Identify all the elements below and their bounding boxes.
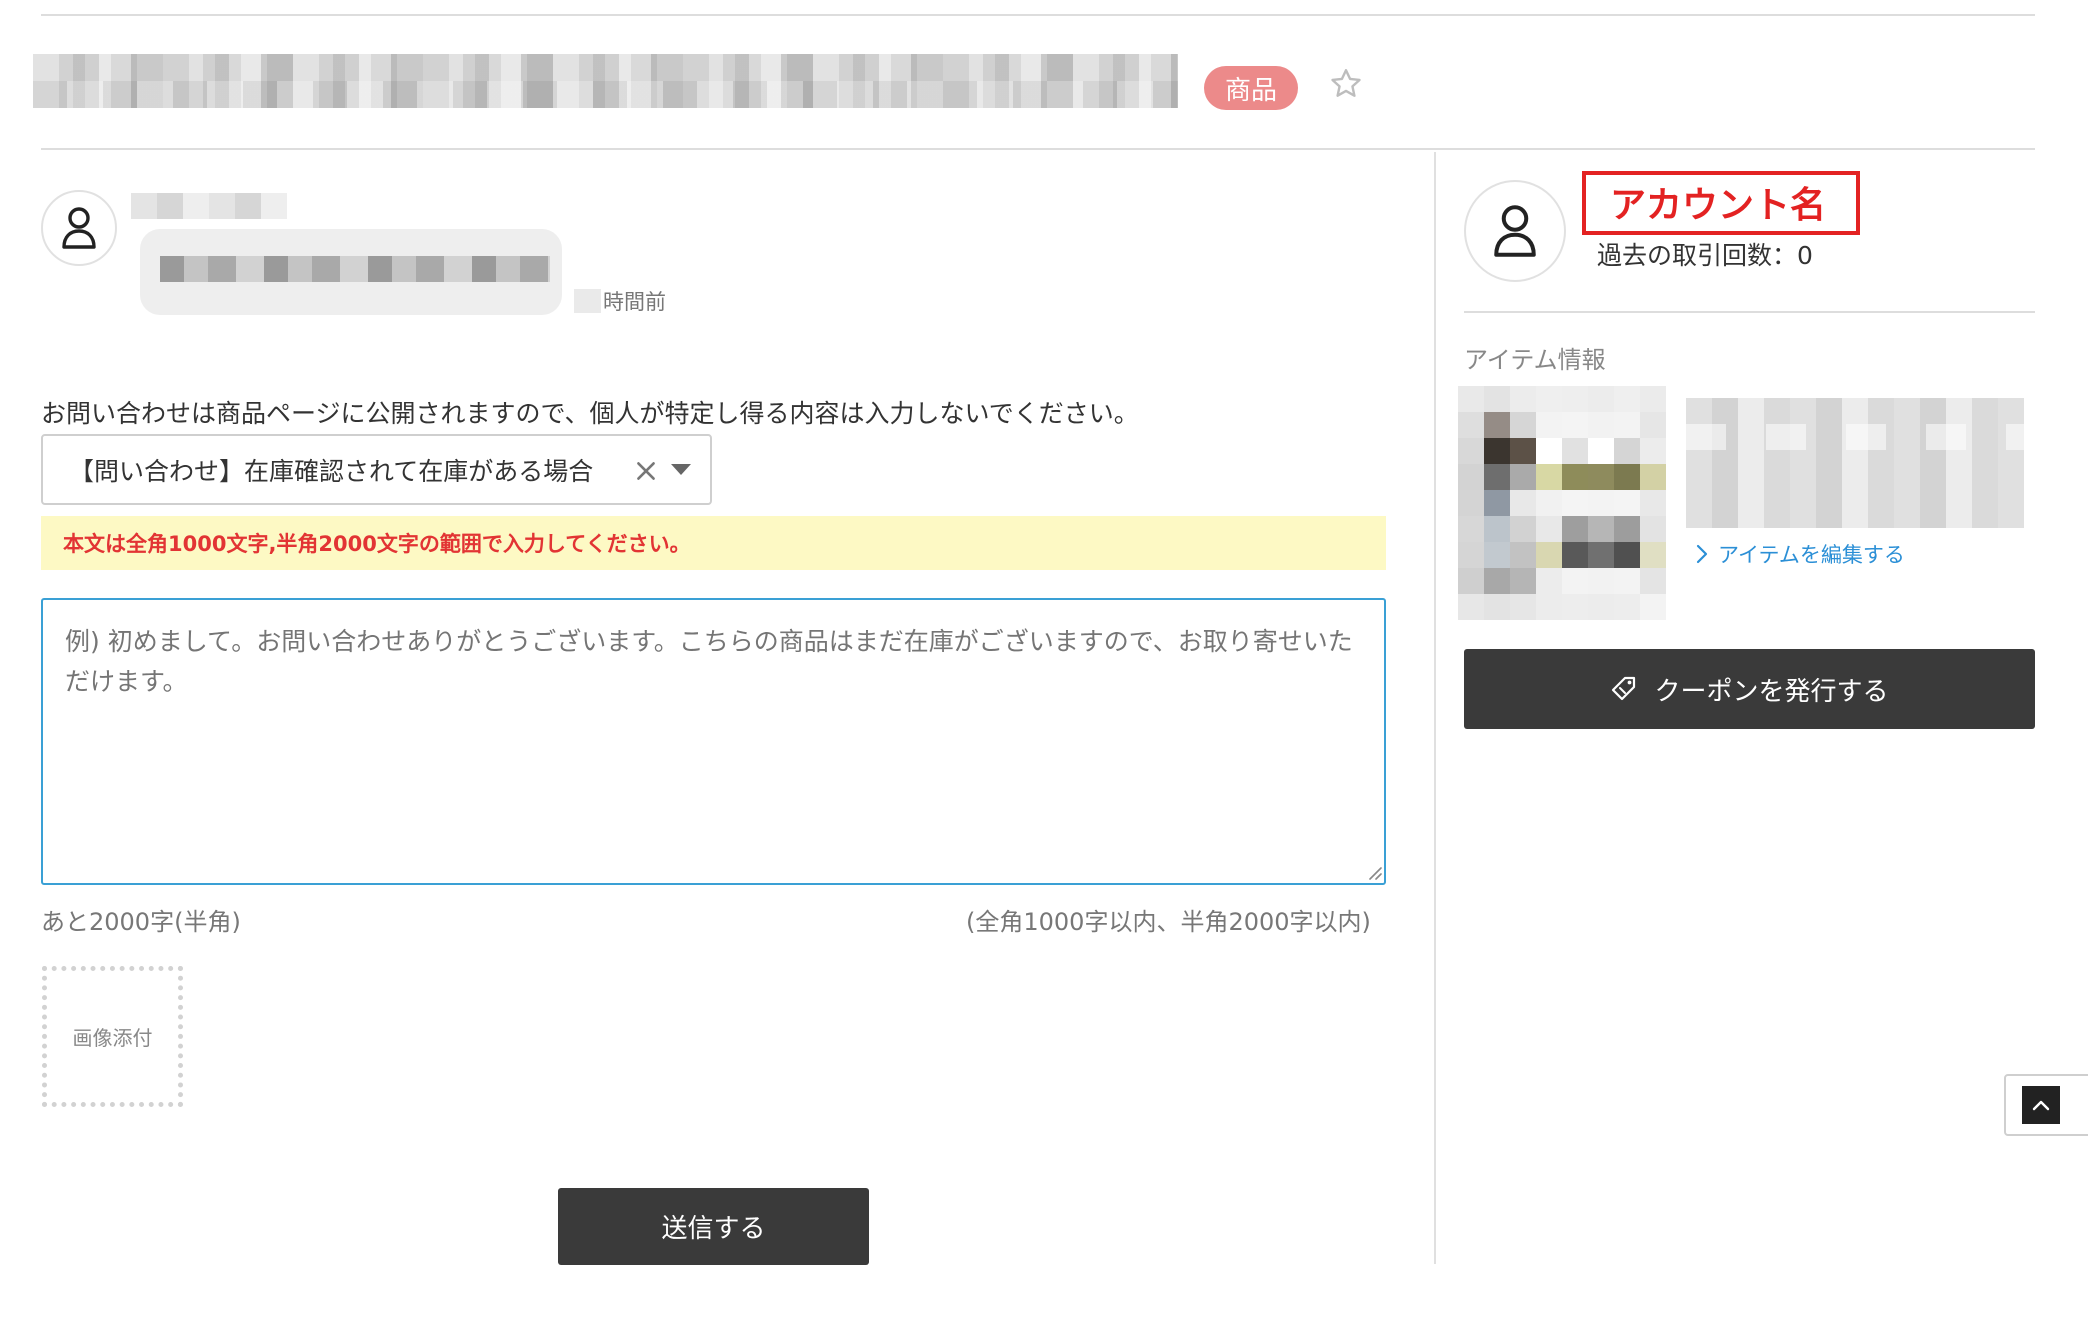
send-button[interactable]: 送信する xyxy=(558,1188,869,1265)
top-divider xyxy=(41,14,2035,16)
account-divider xyxy=(1464,311,2035,313)
column-divider xyxy=(1434,152,1436,1264)
message-text-redacted xyxy=(160,256,550,282)
user-icon xyxy=(62,207,96,249)
account-name: アカウント名 xyxy=(1610,185,1827,226)
item-info-label: アイテム情報 xyxy=(1464,346,1606,374)
remaining-count: あと2000字(半角) xyxy=(41,908,241,936)
edit-item-link[interactable]: アイテムを編集する xyxy=(1696,539,1905,569)
account-avatar xyxy=(1464,180,1566,282)
product-badge: 商品 xyxy=(1204,66,1298,110)
resize-grip-icon[interactable] xyxy=(1366,864,1382,880)
length-limit-note: (全角1000字以内、半角2000字以内) xyxy=(966,908,1371,936)
template-select-value: 【問い合わせ】在庫確認されて在庫がある場合 xyxy=(69,456,594,486)
template-select[interactable]: 【問い合わせ】在庫確認されて在庫がある場合 xyxy=(41,434,712,505)
image-attach-button[interactable]: 画像添付 xyxy=(42,966,183,1107)
issue-coupon-button[interactable]: クーポンを発行する xyxy=(1464,649,2035,729)
time-value-redacted xyxy=(574,289,601,313)
header-divider xyxy=(41,148,2035,150)
privacy-notice: お問い合わせは商品ページに公開されますので、個人が特定し得る内容は入力しないでく… xyxy=(41,399,1139,428)
message-time: 時間前 xyxy=(574,286,666,316)
item-title-redacted xyxy=(1686,398,2024,528)
inquiry-page: 商品 時間前 お問い合わせは商品ページに公開されますので、個人が特定し得る内容は… xyxy=(0,0,2088,1323)
message-input[interactable] xyxy=(41,598,1386,885)
issue-coupon-label: クーポンを発行する xyxy=(1654,675,1889,706)
user-icon xyxy=(1494,205,1536,257)
product-title-redacted xyxy=(33,54,1178,108)
length-warning: 本文は全角1000文字,半角2000文字の範囲で入力してください。 xyxy=(41,516,1386,570)
clear-icon[interactable] xyxy=(633,458,659,484)
time-suffix: 時間前 xyxy=(603,290,666,314)
star-icon[interactable] xyxy=(1328,66,1364,102)
chevron-right-icon xyxy=(1696,544,1708,564)
message-bubble xyxy=(140,229,562,315)
sender-avatar xyxy=(41,190,117,266)
chevron-down-icon[interactable] xyxy=(671,464,691,475)
image-attach-label: 画像添付 xyxy=(72,1026,153,1050)
tag-icon xyxy=(1612,676,1636,701)
chevron-up-icon xyxy=(2022,1086,2060,1124)
sender-name-redacted xyxy=(131,193,287,219)
scroll-to-top-button[interactable] xyxy=(2004,1074,2088,1136)
edit-item-label: アイテムを編集する xyxy=(1718,543,1905,567)
item-thumbnail-redacted[interactable] xyxy=(1458,386,1666,620)
trade-count: 過去の取引回数：0 xyxy=(1597,241,1813,270)
